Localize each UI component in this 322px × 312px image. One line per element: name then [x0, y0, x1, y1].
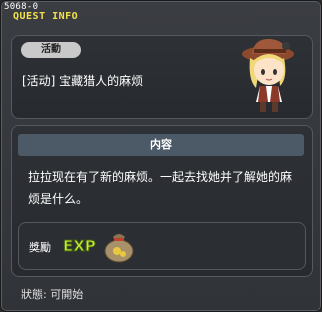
quest-name: [活动] 宝藏猎人的麻烦 [22, 74, 144, 88]
reward-box: 獎勵 EXP [18, 222, 306, 270]
quest-summary-panel: 活動 [活动] 宝藏猎人的麻烦 [11, 35, 313, 119]
quest-content-panel: 内容 拉拉现在有了新的麻烦。一起去找她并了解她的麻烦是什么。 獎勵 EXP [11, 125, 313, 277]
reward-label: 獎勵 [29, 241, 51, 254]
content-header: 内容 [18, 134, 304, 156]
quest-description: 拉拉现在有了新的麻烦。一起去找她并了解她的麻烦是什么。 [28, 170, 293, 206]
quest-status: 狀態: 可開始 [21, 288, 84, 301]
money-bag-icon [104, 234, 134, 263]
category-badge: 活動 [21, 42, 81, 58]
exp-text: EXP [63, 237, 96, 255]
quest-info-window: 5068-0 QUEST INFO 活動 [活动] 宝藏猎人的麻烦 内容 拉拉现… [0, 0, 322, 312]
window-title: QUEST INFO [13, 11, 79, 22]
npc-character-icon [242, 38, 294, 112]
exp-icon: EXP [63, 237, 97, 256]
